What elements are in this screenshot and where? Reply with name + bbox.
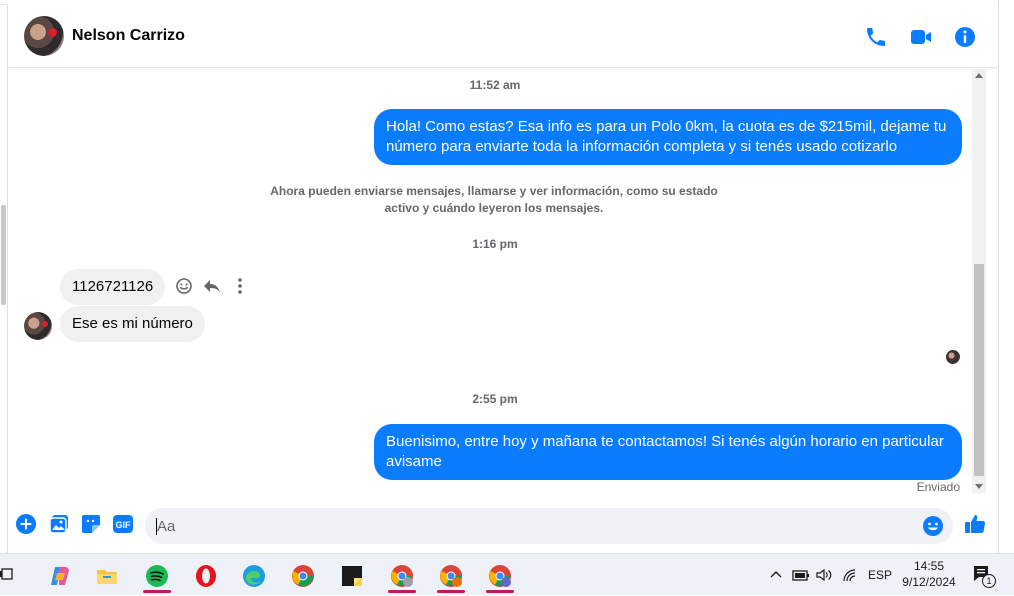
copilot-app-icon[interactable] — [40, 559, 80, 593]
react-smiley-icon[interactable] — [174, 276, 194, 296]
sticky-notes-icon[interactable] — [332, 559, 372, 593]
privacy-notice: Ahora pueden enviarse mensajes, llamarse… — [270, 184, 718, 215]
gif-icon[interactable]: GIF — [111, 512, 135, 536]
thumbs-up-icon[interactable] — [963, 512, 987, 536]
timestamp: 2:55 pm — [472, 392, 518, 406]
notification-count-badge: 1 — [982, 574, 996, 588]
active-indicator — [143, 590, 171, 593]
clock-date: 9/12/2024 — [902, 575, 956, 589]
phone-call-icon[interactable] — [864, 25, 888, 49]
show-hidden-icons-chevron-icon[interactable] — [770, 569, 782, 581]
seen-avatar — [946, 350, 960, 364]
sent-status: Enviado — [916, 480, 960, 494]
incoming-message[interactable]: 1126721126 — [60, 269, 166, 305]
chat-header: Nelson Carrizo — [8, 5, 998, 68]
sticker-icon[interactable] — [79, 512, 103, 536]
reply-icon[interactable] — [202, 276, 222, 296]
scroll-up-arrow-icon[interactable] — [975, 73, 983, 78]
photo-gallery-icon[interactable] — [47, 512, 71, 536]
more-options-icon[interactable] — [230, 276, 250, 296]
left-scrollbar[interactable] — [0, 5, 8, 553]
battery-icon[interactable] — [792, 568, 810, 582]
scroll-down-arrow-icon[interactable] — [975, 484, 983, 489]
messenger-window: Nelson Carrizo 11:52 am Hola! Como estas… — [8, 0, 998, 553]
message-input-container[interactable] — [145, 508, 953, 544]
edge-app-icon[interactable] — [234, 559, 274, 593]
chrome-profile-2-icon[interactable] — [431, 559, 471, 593]
active-indicator — [486, 590, 514, 593]
message-composer: GIF — [8, 500, 998, 553]
task-view-icon[interactable] — [0, 566, 16, 582]
scroll-thumb[interactable] — [974, 264, 984, 476]
timestamp: 11:52 am — [469, 78, 521, 92]
contact-avatar[interactable] — [24, 16, 64, 56]
chat-scrollbar[interactable] — [972, 69, 986, 493]
info-icon[interactable] — [953, 25, 977, 49]
chrome-app-icon[interactable] — [283, 559, 323, 593]
file-explorer-icon[interactable] — [87, 559, 127, 593]
clock-time: 14:55 — [913, 559, 945, 573]
add-plus-icon[interactable] — [14, 512, 38, 536]
language-indicator[interactable]: ESP — [868, 554, 892, 596]
chrome-profile-1-icon[interactable] — [382, 559, 422, 593]
contact-name[interactable]: Nelson Carrizo — [72, 27, 185, 45]
system-clock[interactable]: 14:55 9/12/2024 — [890, 558, 968, 590]
svg-text:GIF: GIF — [116, 520, 132, 530]
message-input[interactable] — [157, 508, 917, 544]
timestamp: 1:16 pm — [472, 237, 518, 251]
video-call-icon[interactable] — [909, 25, 933, 49]
message-thread[interactable]: 11:52 am Hola! Como estas? Esa info es p… — [8, 69, 982, 497]
active-indicator — [388, 590, 416, 593]
outgoing-message[interactable]: Buenisimo, entre hoy y mañana te contact… — [374, 424, 962, 480]
wifi-icon[interactable] — [842, 568, 858, 582]
outgoing-message[interactable]: Hola! Como estas? Esa info es para un Po… — [374, 109, 962, 165]
spotify-app-icon[interactable] — [137, 559, 177, 593]
emoji-icon[interactable] — [921, 514, 945, 538]
incoming-message[interactable]: Ese es mi número — [60, 306, 205, 342]
contact-avatar-small[interactable] — [24, 312, 52, 340]
chrome-profile-3-icon[interactable] — [480, 559, 520, 593]
windows-taskbar: ESP 14:55 9/12/2024 1 — [0, 553, 1014, 595]
active-indicator — [437, 590, 465, 593]
volume-icon[interactable] — [816, 568, 834, 582]
right-scrollbar[interactable] — [998, 0, 1014, 553]
left-scroll-thumb[interactable] — [1, 205, 6, 305]
opera-app-icon[interactable] — [186, 559, 226, 593]
